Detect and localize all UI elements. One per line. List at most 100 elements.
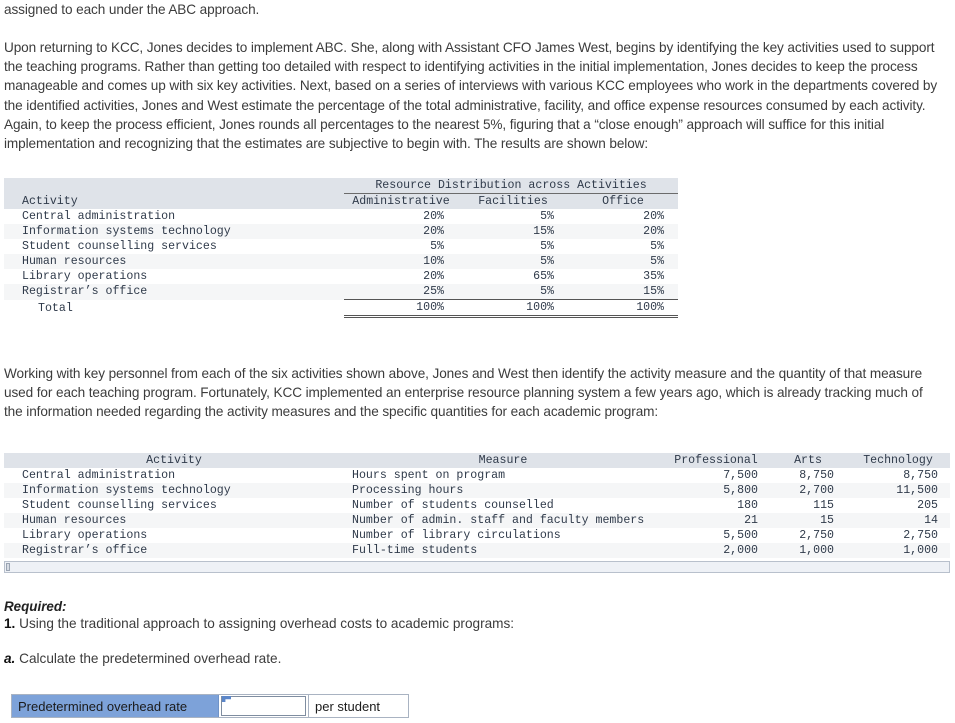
- table-group-header-row: Resource Distribution across Activities: [4, 178, 679, 194]
- cell-professional: 2,000: [723, 544, 758, 557]
- required-heading: Required:: [4, 599, 67, 614]
- cell-arts: 8,750: [799, 469, 834, 482]
- required-item-1: 1. Using the traditional approach to ass…: [4, 616, 514, 631]
- cell-technology: 11,500: [896, 484, 938, 497]
- column-header-arts: Arts: [770, 453, 846, 468]
- column-header-office: Office: [568, 193, 679, 209]
- cell-technology: 8,750: [903, 469, 938, 482]
- predetermined-overhead-rate-answer-row: Predetermined overhead rate per student: [11, 694, 409, 718]
- cell-total-facilities: 100%: [458, 299, 568, 318]
- table-row: Central administration Hours spent on pr…: [4, 468, 950, 483]
- cell-measure: Number of admin. staff and faculty membe…: [352, 514, 645, 527]
- cell-activity: Student counselling services: [22, 499, 217, 512]
- cell-arts: 15: [820, 514, 834, 527]
- answer-row-label: Predetermined overhead rate: [12, 695, 219, 717]
- table-row: Registrar’s office 25% 5% 15%: [4, 284, 679, 300]
- cell-professional: 5,500: [723, 529, 758, 542]
- column-header-activity: Activity: [4, 193, 344, 209]
- cell-activity: Information systems technology: [22, 225, 231, 238]
- table-row: Student counselling services Number of s…: [4, 498, 950, 513]
- cell-activity: Central administration: [22, 469, 176, 482]
- cell-office: 5%: [650, 240, 665, 253]
- cell-facilities: 5%: [540, 210, 554, 223]
- column-header-professional: Professional: [662, 453, 770, 468]
- activity-measure-paragraph: Working with key personnel from each of …: [4, 366, 923, 420]
- cell-office: 5%: [650, 255, 665, 268]
- group-header-spacer: [4, 178, 344, 194]
- cell-technology: 205: [917, 499, 938, 512]
- cell-administrative: 10%: [423, 255, 444, 268]
- column-header-activity: Activity: [4, 453, 344, 468]
- cell-measure: Hours spent on program: [352, 469, 506, 482]
- cell-technology: 14: [924, 514, 938, 527]
- cell-administrative: 20%: [423, 270, 444, 283]
- cell-total-label: Total: [38, 301, 73, 315]
- resource-distribution-table: Resource Distribution across Activities …: [4, 178, 679, 318]
- answer-input-cell[interactable]: [219, 695, 308, 717]
- table-row: Library operations 20% 65% 35%: [4, 269, 679, 284]
- cell-administrative: 25%: [344, 284, 458, 300]
- cell-arts: 2,750: [799, 529, 834, 542]
- table-row: Central administration 20% 5% 20%: [4, 209, 679, 224]
- required-item-1-number: 1.: [4, 616, 16, 631]
- cell-administrative: 20%: [423, 210, 444, 223]
- cell-measure: Processing hours: [352, 484, 464, 497]
- cell-professional: 21: [744, 514, 758, 527]
- abc-implementation-paragraph: Upon returning to KCC, Jones decides to …: [4, 40, 938, 152]
- table-header-row: Activity Administrative Facilities Offic…: [4, 193, 679, 209]
- cell-facilities: 5%: [540, 255, 554, 268]
- intro-paragraph: assigned to each under the ABC approach.: [4, 2, 260, 17]
- column-header-measure: Measure: [344, 453, 662, 468]
- cell-office: 15%: [568, 284, 679, 300]
- cell-facilities: 15%: [533, 225, 554, 238]
- answer-unit-label: per student: [308, 695, 408, 717]
- cell-measure: Full-time students: [352, 544, 478, 557]
- cell-arts: 2,700: [799, 484, 834, 497]
- cell-administrative: 20%: [423, 225, 444, 238]
- cell-arts: 115: [813, 499, 834, 512]
- cell-arts: 1,000: [799, 544, 834, 557]
- predetermined-overhead-rate-input[interactable]: [221, 696, 306, 716]
- cell-total-office: 100%: [568, 299, 679, 318]
- table-total-row: Total 100% 100% 100%: [4, 299, 679, 318]
- table-row: Registrar’s office Full-time students 2,…: [4, 543, 950, 558]
- table-row: Human resources Number of admin. staff a…: [4, 513, 950, 528]
- table-row: Student counselling services 5% 5% 5%: [4, 239, 679, 254]
- table-row: Information systems technology 20% 15% 2…: [4, 224, 679, 239]
- cell-office: 35%: [643, 270, 665, 283]
- column-header-technology: Technology: [846, 453, 950, 468]
- table-row: Human resources 10% 5% 5%: [4, 254, 679, 269]
- scrollbar-thumb[interactable]: [6, 563, 10, 571]
- column-header-facilities: Facilities: [458, 193, 568, 209]
- required-item-a-number: a.: [4, 651, 16, 666]
- cell-technology: 2,750: [903, 529, 938, 542]
- cell-facilities: 5%: [458, 284, 568, 300]
- cell-measure: Number of students counselled: [352, 499, 554, 512]
- required-item-a-text: Calculate the predetermined overhead rat…: [19, 651, 282, 666]
- cell-technology: 1,000: [903, 544, 938, 557]
- cell-professional: 180: [737, 499, 758, 512]
- resource-group-header: Resource Distribution across Activities: [344, 178, 679, 194]
- cell-activity: Library operations: [22, 529, 148, 542]
- cell-activity: Student counselling services: [22, 240, 217, 253]
- required-item-1-text: Using the traditional approach to assign…: [19, 616, 515, 631]
- cell-office: 20%: [643, 210, 665, 223]
- measure-table-horizontal-scrollbar[interactable]: [4, 561, 950, 573]
- table-row: Library operations Number of library cir…: [4, 528, 950, 543]
- cell-activity: Central administration: [22, 210, 176, 223]
- cell-facilities: 5%: [540, 240, 554, 253]
- cell-activity: Human resources: [22, 514, 127, 527]
- cell-administrative: 5%: [430, 240, 444, 253]
- cell-activity: Library operations: [22, 270, 148, 283]
- required-item-a: a. Calculate the predetermined overhead …: [4, 651, 281, 666]
- cell-total-administrative: 100%: [344, 299, 458, 318]
- cell-office: 20%: [643, 225, 665, 238]
- table-row: Information systems technology Processin…: [4, 483, 950, 498]
- column-header-administrative: Administrative: [344, 193, 458, 209]
- cell-activity: Registrar’s office: [22, 285, 148, 299]
- cell-activity: Human resources: [22, 255, 127, 268]
- cell-measure: Number of library circulations: [352, 529, 561, 542]
- cell-facilities: 65%: [533, 270, 554, 283]
- cell-professional: 5,800: [723, 484, 758, 497]
- table-header-row: Activity Measure Professional Arts Techn…: [4, 453, 950, 468]
